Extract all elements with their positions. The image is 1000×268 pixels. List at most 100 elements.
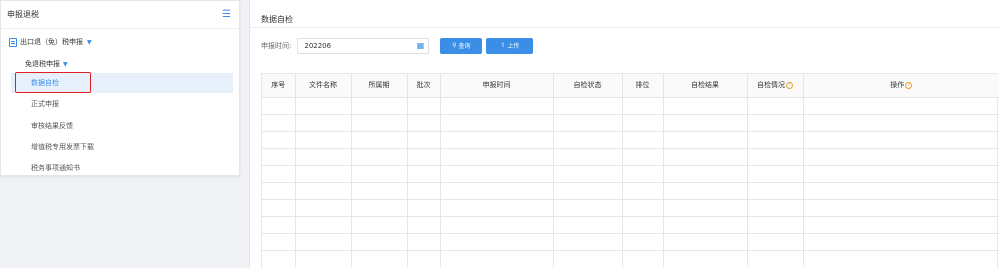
table-cell	[350, 113, 408, 132]
menu-toggle-icon[interactable]: ☰	[222, 9, 231, 20]
table-cell	[802, 164, 1000, 183]
upload-button[interactable]: ⇧ 上传	[486, 37, 534, 54]
table-cell	[439, 232, 554, 251]
query-button[interactable]: ⚲ 查询	[440, 37, 483, 54]
table-cell	[294, 147, 352, 166]
help-icon[interactable]: ?	[786, 81, 793, 89]
table-row	[261, 147, 1000, 166]
table-cell	[294, 113, 352, 132]
table-cell	[350, 96, 408, 115]
table-cell	[294, 249, 352, 268]
query-button-label: 查询	[458, 43, 471, 50]
table-cell	[406, 249, 441, 268]
table-cell	[261, 215, 296, 234]
table-cell	[802, 232, 1000, 251]
table-cell	[552, 198, 623, 217]
table-cell	[802, 130, 1000, 149]
sidebar: 申报退税 ☰ 出口退（免）税申报 ▼ 免退税申报 ▼ 数据自检 正式申报 审核结…	[0, 0, 240, 176]
table-cell	[621, 232, 664, 251]
sidebar-item-data-selfcheck[interactable]: 数据自检	[11, 73, 233, 93]
sidebar-item-invoice-download[interactable]: 增值税专用发票下载	[11, 137, 233, 157]
table-cell	[662, 249, 748, 268]
column-header-selfcheck-info: 自检情况?	[746, 73, 804, 98]
table-row	[261, 215, 1000, 234]
table-cell	[552, 215, 623, 234]
table-cell	[802, 249, 1000, 268]
period-input[interactable]: 202206 ▦	[297, 37, 430, 54]
upload-icon: ⇧	[500, 42, 506, 49]
sidebar-item-review-feedback[interactable]: 审核结果反馈	[11, 116, 233, 136]
table-cell	[406, 232, 441, 251]
table-cell	[662, 164, 748, 183]
table-cell	[261, 164, 296, 183]
table-cell	[662, 96, 748, 115]
page-title: 数据自检	[261, 15, 293, 24]
table-cell	[662, 215, 748, 234]
table-cell	[350, 147, 408, 166]
table-cell	[406, 96, 441, 115]
table-cell	[802, 96, 1000, 115]
help-icon[interactable]: ?	[905, 81, 913, 89]
table-cell	[552, 96, 623, 115]
table-cell	[621, 147, 664, 166]
column-header-label: 操作	[890, 81, 905, 90]
table-cell	[294, 130, 352, 149]
sidebar-item-label: 数据自检	[31, 79, 59, 87]
table-cell	[746, 249, 804, 268]
table-cell	[802, 181, 1000, 200]
table-cell	[294, 96, 352, 115]
column-header: 自检状态	[552, 73, 623, 98]
column-header: 申报时间	[439, 73, 554, 98]
table-row	[261, 249, 1000, 268]
sidebar-item-label: 税务事项通知书	[31, 164, 80, 172]
sidebar-item-formal-declaration[interactable]: 正式申报	[11, 94, 233, 114]
sidebar-header: 申报退税 ☰	[1, 1, 239, 29]
table-cell	[552, 232, 623, 251]
table-cell	[802, 113, 1000, 132]
divider	[250, 27, 1000, 28]
column-header: 批次	[406, 73, 441, 98]
table-row	[261, 232, 1000, 251]
sidebar-item-label: 增值税专用发票下载	[31, 143, 94, 151]
table-cell	[552, 113, 623, 132]
table-cell	[439, 249, 554, 268]
table-header-row: 序号 文件名称 所属期 批次 申报时间 自检状态 排位 自检结果 自检情况? 操…	[261, 73, 1000, 98]
table-cell	[294, 164, 352, 183]
table-cell	[552, 147, 623, 166]
table-row	[261, 164, 1000, 183]
tree-root[interactable]: 出口退（免）税申报 ▼	[9, 37, 92, 47]
table-cell	[406, 215, 441, 234]
document-icon	[9, 37, 17, 47]
table-cell	[439, 164, 554, 183]
table-cell	[662, 113, 748, 132]
table-cell	[350, 198, 408, 217]
sidebar-item-tax-notice[interactable]: 税务事项通知书	[11, 158, 233, 178]
table-cell	[406, 164, 441, 183]
column-header: 序号	[261, 73, 296, 98]
table-cell	[621, 113, 664, 132]
table-cell	[261, 249, 296, 268]
table-cell	[439, 130, 554, 149]
table-cell	[746, 96, 804, 115]
table-body	[261, 96, 1000, 268]
table-cell	[439, 96, 554, 115]
table-cell	[350, 215, 408, 234]
sidebar-item-label: 正式申报	[31, 100, 59, 108]
table-cell	[406, 181, 441, 200]
table-cell	[746, 198, 804, 217]
table-cell	[294, 198, 352, 217]
column-header: 文件名称	[294, 73, 352, 98]
table-cell	[621, 249, 664, 268]
tree-root-label: 出口退（免）税申报	[20, 38, 83, 46]
table-cell	[294, 181, 352, 200]
tree-sub[interactable]: 免退税申报 ▼	[25, 59, 68, 69]
table-cell	[406, 130, 441, 149]
table-cell	[406, 113, 441, 132]
table-cell	[662, 232, 748, 251]
tree-sub-label: 免退税申报	[25, 60, 60, 68]
table-cell	[261, 147, 296, 166]
calendar-icon[interactable]: ▦	[417, 41, 425, 50]
table-cell	[350, 232, 408, 251]
table-cell	[746, 232, 804, 251]
table-cell	[552, 164, 623, 183]
